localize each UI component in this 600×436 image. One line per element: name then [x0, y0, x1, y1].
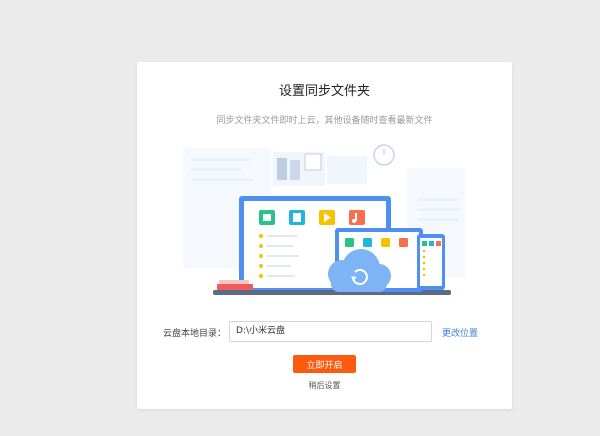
local-dir-field[interactable]: D:\小米云盘 — [229, 321, 432, 342]
change-location-link[interactable]: 更改位置 — [442, 326, 478, 339]
image-icon — [259, 210, 275, 225]
frame-icon — [304, 153, 322, 171]
dialog-title: 设置同步文件夹 — [278, 84, 370, 99]
start-now-button[interactable]: 立即开启 — [293, 355, 356, 373]
set-later-link[interactable]: 稍后设置 — [137, 380, 512, 391]
book-icon — [290, 160, 300, 180]
sync-illustration — [183, 144, 465, 295]
dialog-subtitle: 同步文件夹文件即时上云，其他设备随时查看最新文件 — [216, 116, 433, 126]
book-icon — [277, 158, 287, 180]
music-icon — [349, 210, 365, 225]
sync-folder-dialog: 设置同步文件夹 同步文件夹文件即时上云，其他设备随时查看最新文件 云盘本地目录：… — [137, 62, 512, 409]
local-dir-label: 云盘本地目录： — [163, 329, 227, 339]
video-icon — [319, 210, 335, 225]
document-icon — [289, 210, 305, 225]
